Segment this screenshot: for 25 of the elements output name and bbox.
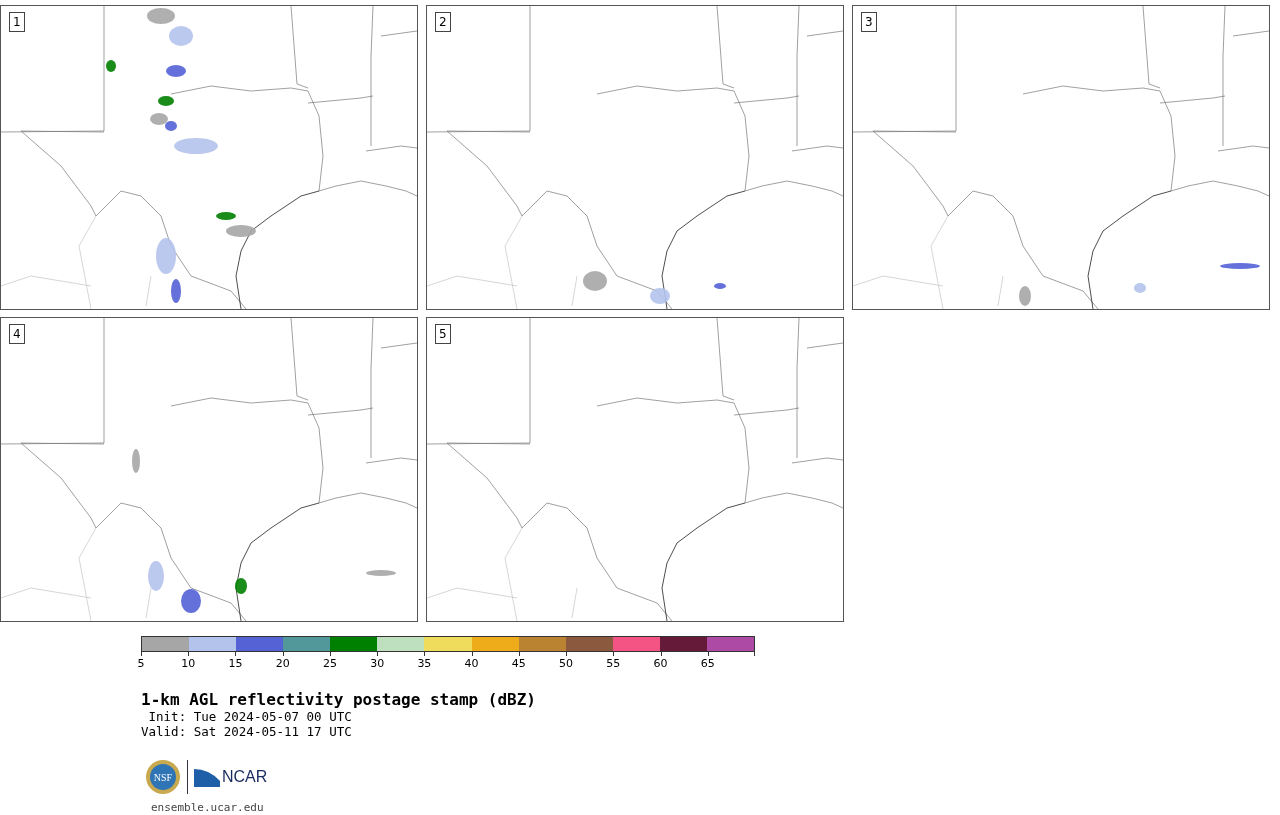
tick-label: 60 [653,657,668,670]
panel-number: 5 [435,324,451,344]
panel-number: 2 [435,12,451,32]
tick-label: 15 [228,657,243,670]
chart-title: 1-km AGL reflectivity postage stamp (dBZ) [141,690,537,709]
nsf-logo: NSF [145,759,181,795]
tick-label: 25 [322,657,337,670]
panel-number: 1 [9,12,25,32]
tick-label: 50 [559,657,574,670]
website-url: ensemble.ucar.edu [151,801,265,814]
init-time: Init: Tue 2024-05-07 00 UTC [147,709,353,724]
tick-label: 65 [700,657,715,670]
panel-number: 4 [9,324,25,344]
valid-time: Valid: Sat 2024-05-11 17 UTC [141,724,353,739]
panel-number: 3 [861,12,877,32]
tick-label: 40 [464,657,479,670]
tick-label: 20 [275,657,290,670]
tick-label: 5 [137,657,145,670]
tick-label: 10 [181,657,196,670]
tick-label: 45 [511,657,526,670]
swoosh-icon [194,767,220,787]
tick-label: 30 [370,657,385,670]
ncar-logo-text: NCAR [222,768,268,786]
tick-label: 55 [606,657,621,670]
tick-label: 35 [417,657,432,670]
